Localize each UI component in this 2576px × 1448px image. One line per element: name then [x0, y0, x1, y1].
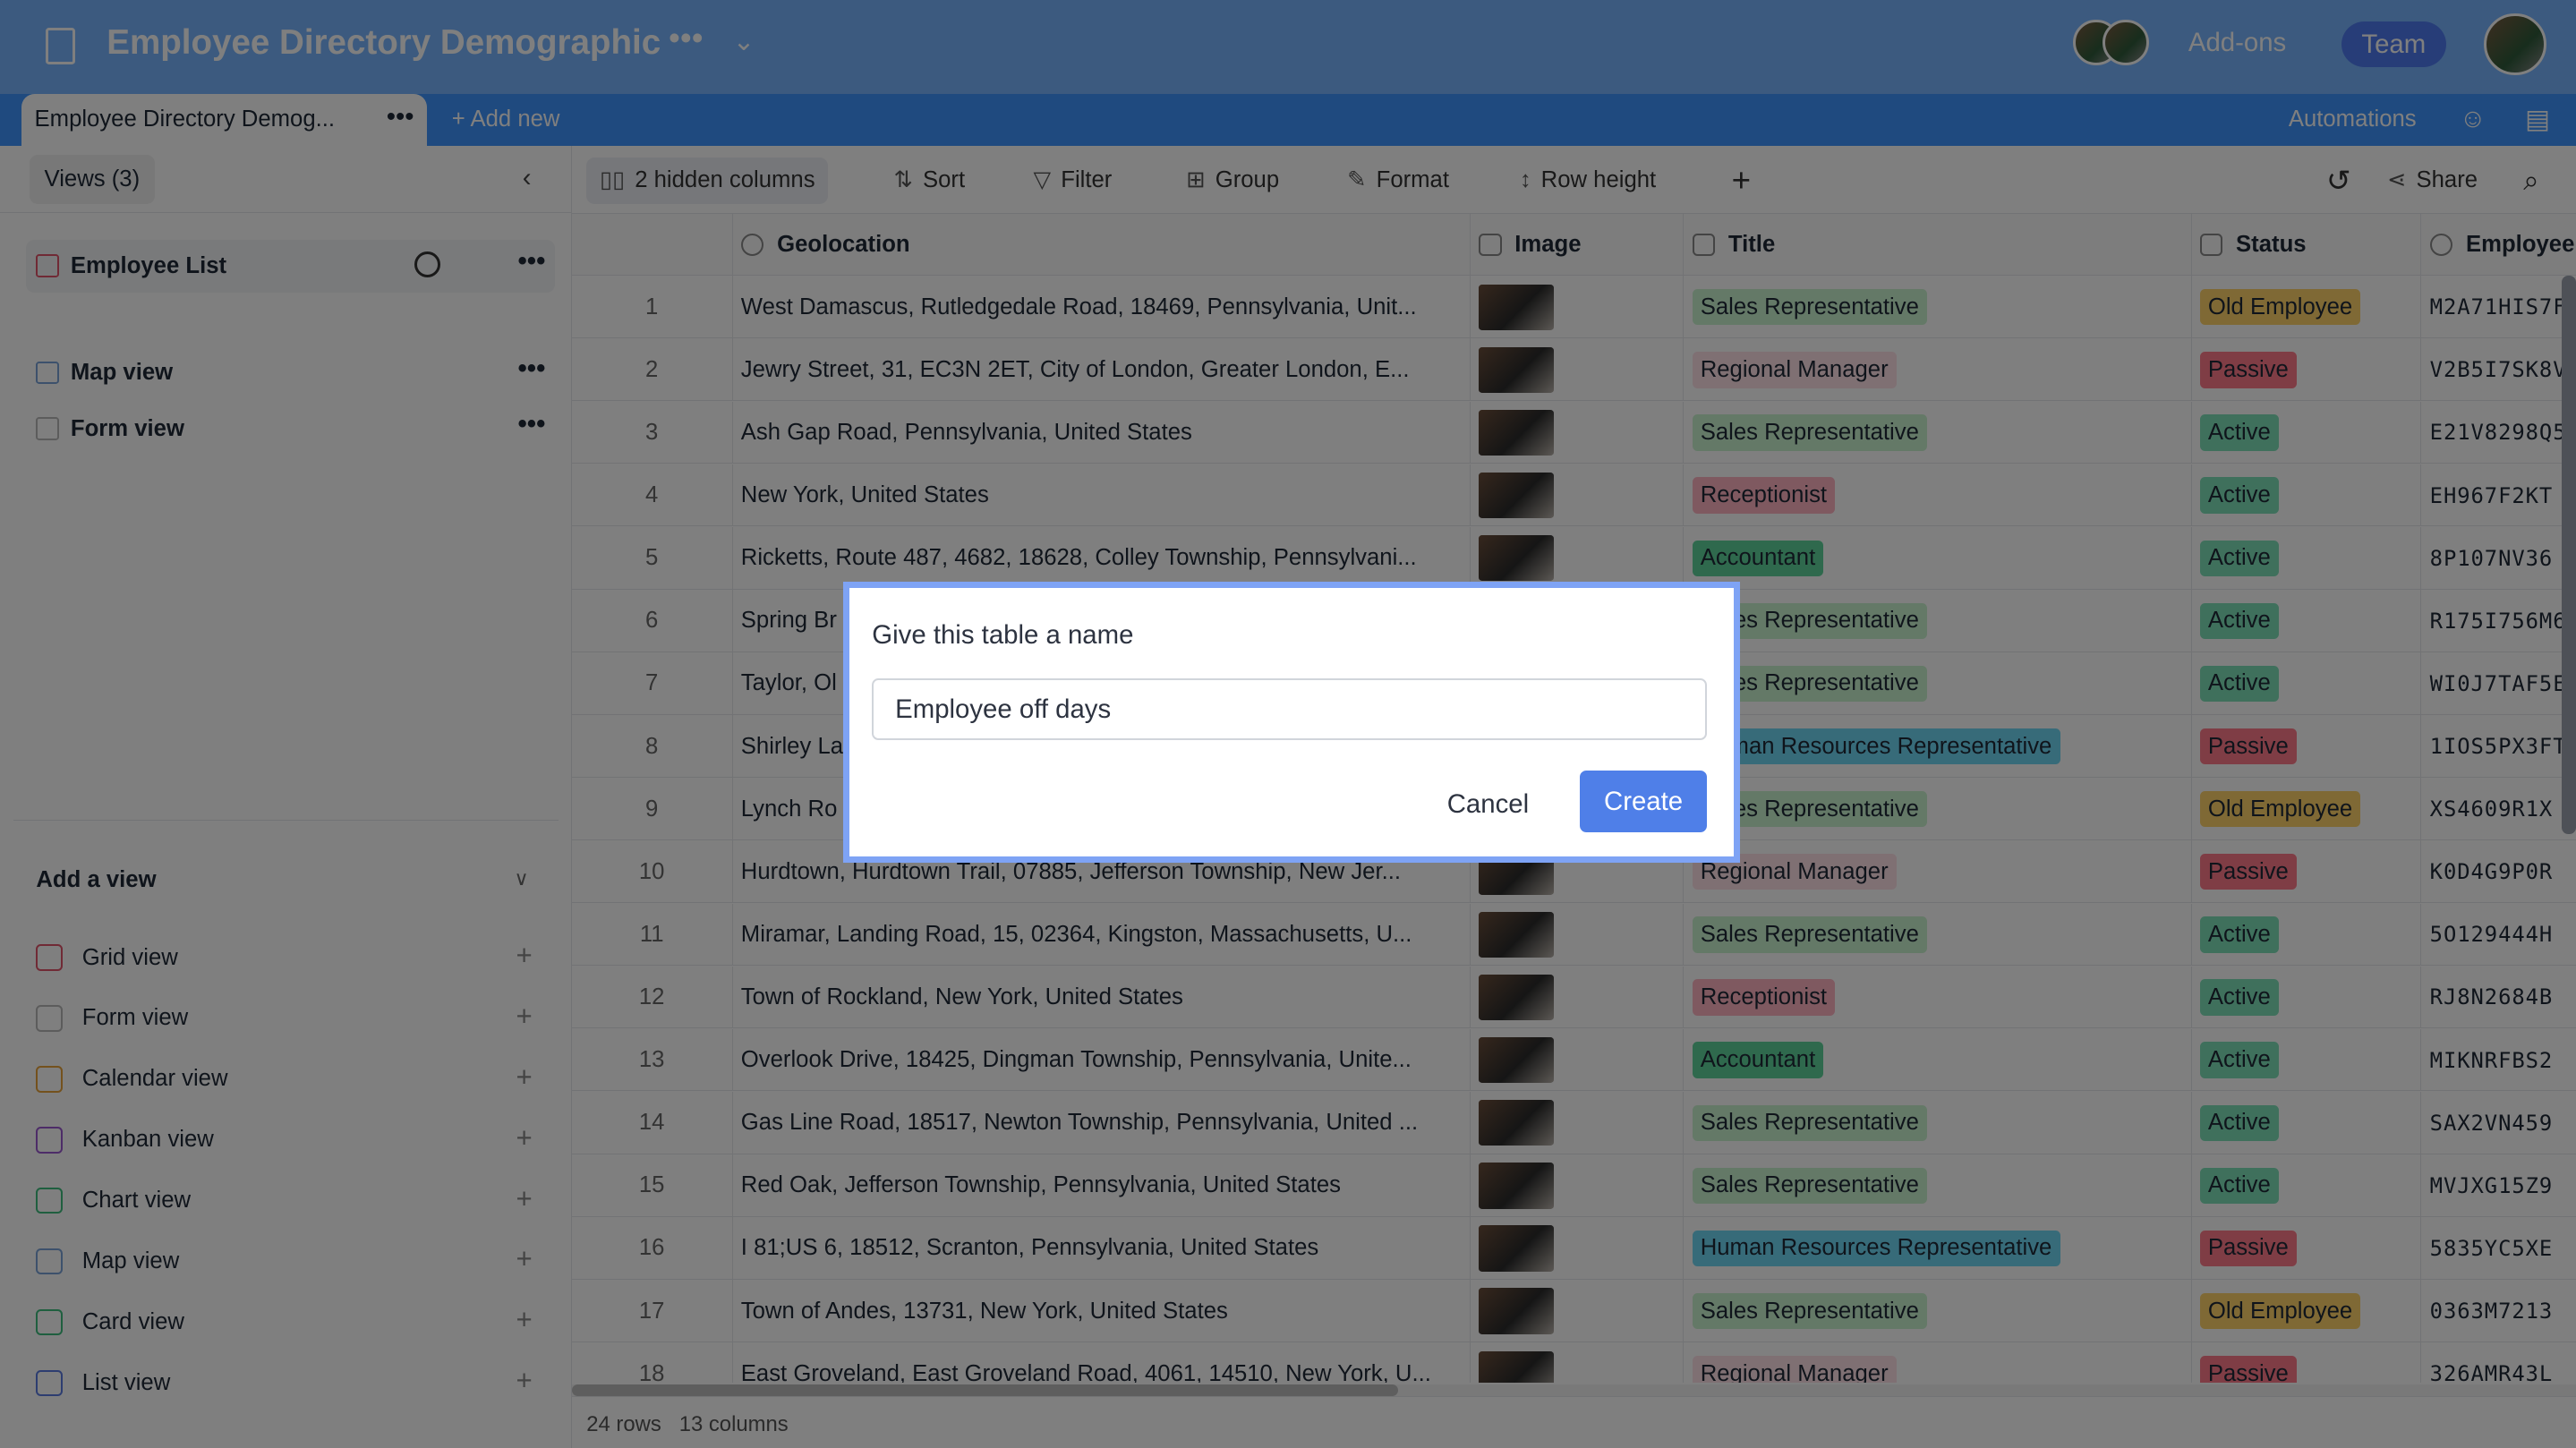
table-name-input[interactable]: [872, 677, 1707, 741]
name-table-dialog: Give this table a name Cancel Create: [842, 581, 1740, 863]
dialog-title: Give this table a name: [872, 620, 1134, 651]
cancel-button[interactable]: Cancel: [1428, 773, 1548, 836]
create-button[interactable]: Create: [1580, 770, 1707, 833]
